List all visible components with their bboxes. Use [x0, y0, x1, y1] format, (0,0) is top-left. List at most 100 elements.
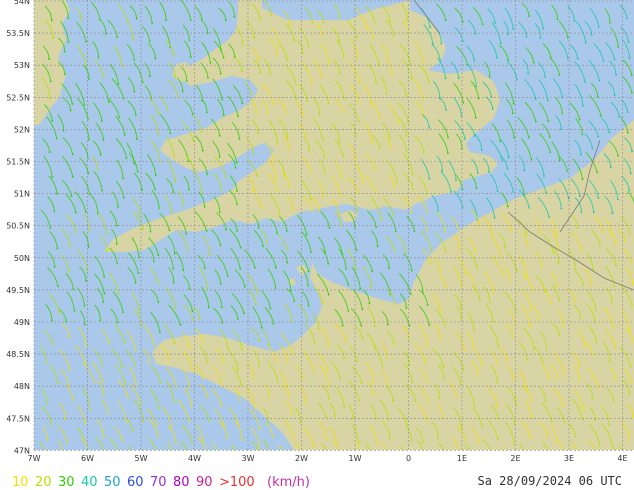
- streamline-arrowhead: [371, 141, 374, 144]
- streamline-arrowhead: [464, 137, 466, 140]
- streamline-arrowhead: [428, 126, 431, 129]
- streamline-arrowhead: [306, 319, 309, 322]
- latitude-label: 53N: [14, 61, 30, 70]
- streamline-arrowhead: [207, 419, 210, 422]
- streamline-arrowhead: [293, 437, 295, 440]
- streamline-arrowhead: [396, 180, 398, 183]
- streamline-arrowhead: [513, 443, 516, 446]
- streamline-arrowhead: [597, 26, 600, 28]
- streamline-arrowhead: [285, 230, 288, 232]
- streamline-arrowhead: [67, 384, 70, 387]
- streamline-arrowhead: [85, 345, 87, 348]
- streamline-arrowhead: [101, 189, 104, 192]
- streamline-arrowhead: [175, 462, 177, 464]
- streamline-arrowhead: [338, 72, 341, 74]
- streamline-arrowhead: [439, 270, 441, 272]
- streamline-arrowhead: [590, 284, 593, 287]
- streamline-arrowhead: [541, 361, 544, 364]
- streamline-arrowhead: [118, 116, 121, 119]
- streamline-arrowhead: [53, 210, 56, 213]
- streamline-arrowhead: [97, 56, 100, 59]
- streamline-arrowhead: [288, 147, 290, 150]
- streamline-arrowhead: [306, 100, 309, 103]
- streamline-arrowhead: [368, 302, 371, 305]
- streamline-arrowhead: [599, 444, 601, 447]
- streamline-arrowhead: [312, 370, 315, 372]
- streamline-arrowhead: [131, 430, 134, 432]
- streamline-arrowhead: [405, 251, 407, 254]
- streamline-arrowhead: [617, 46, 620, 48]
- streamline-arrowhead: [293, 300, 296, 303]
- streamline-arrowhead: [258, 447, 261, 450]
- legend-unit-label: (km/h): [267, 475, 310, 490]
- streamline-arrowhead: [103, 292, 106, 295]
- streamline-arrowhead: [618, 115, 620, 118]
- streamline-arrowhead: [355, 249, 358, 252]
- streamline-arrowhead: [71, 103, 74, 105]
- streamline-arrowhead: [253, 407, 256, 410]
- streamline-arrowhead: [236, 190, 238, 192]
- streamline-arrowhead: [511, 335, 514, 338]
- streamline-arrowhead: [561, 112, 564, 115]
- streamline-arrowhead: [295, 97, 298, 100]
- streamline-arrowhead: [591, 397, 594, 400]
- streamline-arrowhead: [628, 437, 631, 440]
- streamline-arrowhead: [421, 441, 424, 444]
- streamline-arrowhead: [219, 72, 222, 75]
- streamline-arrowhead: [549, 302, 552, 305]
- streamline-arrowhead: [511, 112, 514, 115]
- streamline-arrowhead: [444, 230, 447, 233]
- streamline-arrowhead: [598, 79, 601, 82]
- streamline-arrowhead: [616, 198, 619, 201]
- legend-speed-label: 90: [196, 475, 213, 490]
- streamline-arrowhead: [530, 308, 532, 310]
- streamline-arrowhead: [206, 361, 208, 363]
- streamline-arrowhead: [48, 151, 51, 154]
- streamline-arrowhead: [313, 446, 315, 449]
- streamline-arrowhead: [107, 412, 110, 415]
- streamline-arrowhead: [84, 362, 87, 364]
- streamline-arrowhead: [172, 191, 175, 194]
- streamline-arrowhead: [388, 267, 390, 270]
- streamline-arrowhead: [390, 147, 393, 150]
- streamline-arrowhead: [102, 435, 105, 438]
- streamline-arrowhead: [57, 382, 60, 385]
- streamline-arrowhead: [236, 458, 238, 460]
- streamline-arrowhead: [157, 301, 160, 304]
- streamline-arrowhead: [258, 364, 261, 367]
- streamline-arrowhead: [63, 457, 65, 459]
- streamline-arrowhead: [275, 266, 277, 269]
- streamline-arrowhead: [272, 103, 275, 106]
- streamline-arrowhead: [56, 193, 58, 195]
- streamline-arrowhead: [481, 23, 484, 26]
- streamline-arrowhead: [286, 59, 289, 61]
- streamline-arrowhead: [488, 75, 491, 78]
- streamline-arrowhead: [479, 299, 481, 302]
- streamline-arrowhead: [631, 91, 633, 94]
- latitude-label: 47.5N: [6, 414, 30, 423]
- longitude-labels: 7W 6W 5W 4W 3W 2W 1W 0 1E 2E 3E 4E: [28, 454, 628, 463]
- streamline-arrowhead: [268, 452, 270, 454]
- streamline-arrowhead: [320, 75, 323, 78]
- streamline-arrowhead: [267, 421, 269, 423]
- streamline-arrowhead: [277, 381, 279, 384]
- streamline-arrowhead: [354, 158, 357, 161]
- streamline-arrowhead: [602, 59, 605, 62]
- streamline-arrowhead: [238, 138, 241, 140]
- latitude-label: 52.5N: [6, 93, 30, 102]
- streamline-arrowhead: [88, 77, 90, 80]
- streamline-arrowhead: [496, 363, 499, 365]
- streamline-arrowhead: [610, 166, 612, 169]
- streamline-arrowhead: [443, 324, 446, 326]
- streamline-arrowhead: [142, 420, 144, 423]
- streamline-arrowhead: [313, 342, 316, 344]
- streamline-arrowhead: [238, 399, 241, 402]
- streamline-arrowhead: [414, 400, 417, 402]
- streamline-arrowhead: [188, 387, 191, 390]
- streamline-arrowhead: [73, 310, 76, 312]
- streamline-arrowhead: [158, 207, 161, 209]
- streamline-arrowhead: [85, 211, 87, 213]
- streamline-arrowhead: [219, 460, 221, 462]
- streamline-arrowhead: [173, 252, 176, 255]
- streamline-arrowhead: [141, 189, 144, 192]
